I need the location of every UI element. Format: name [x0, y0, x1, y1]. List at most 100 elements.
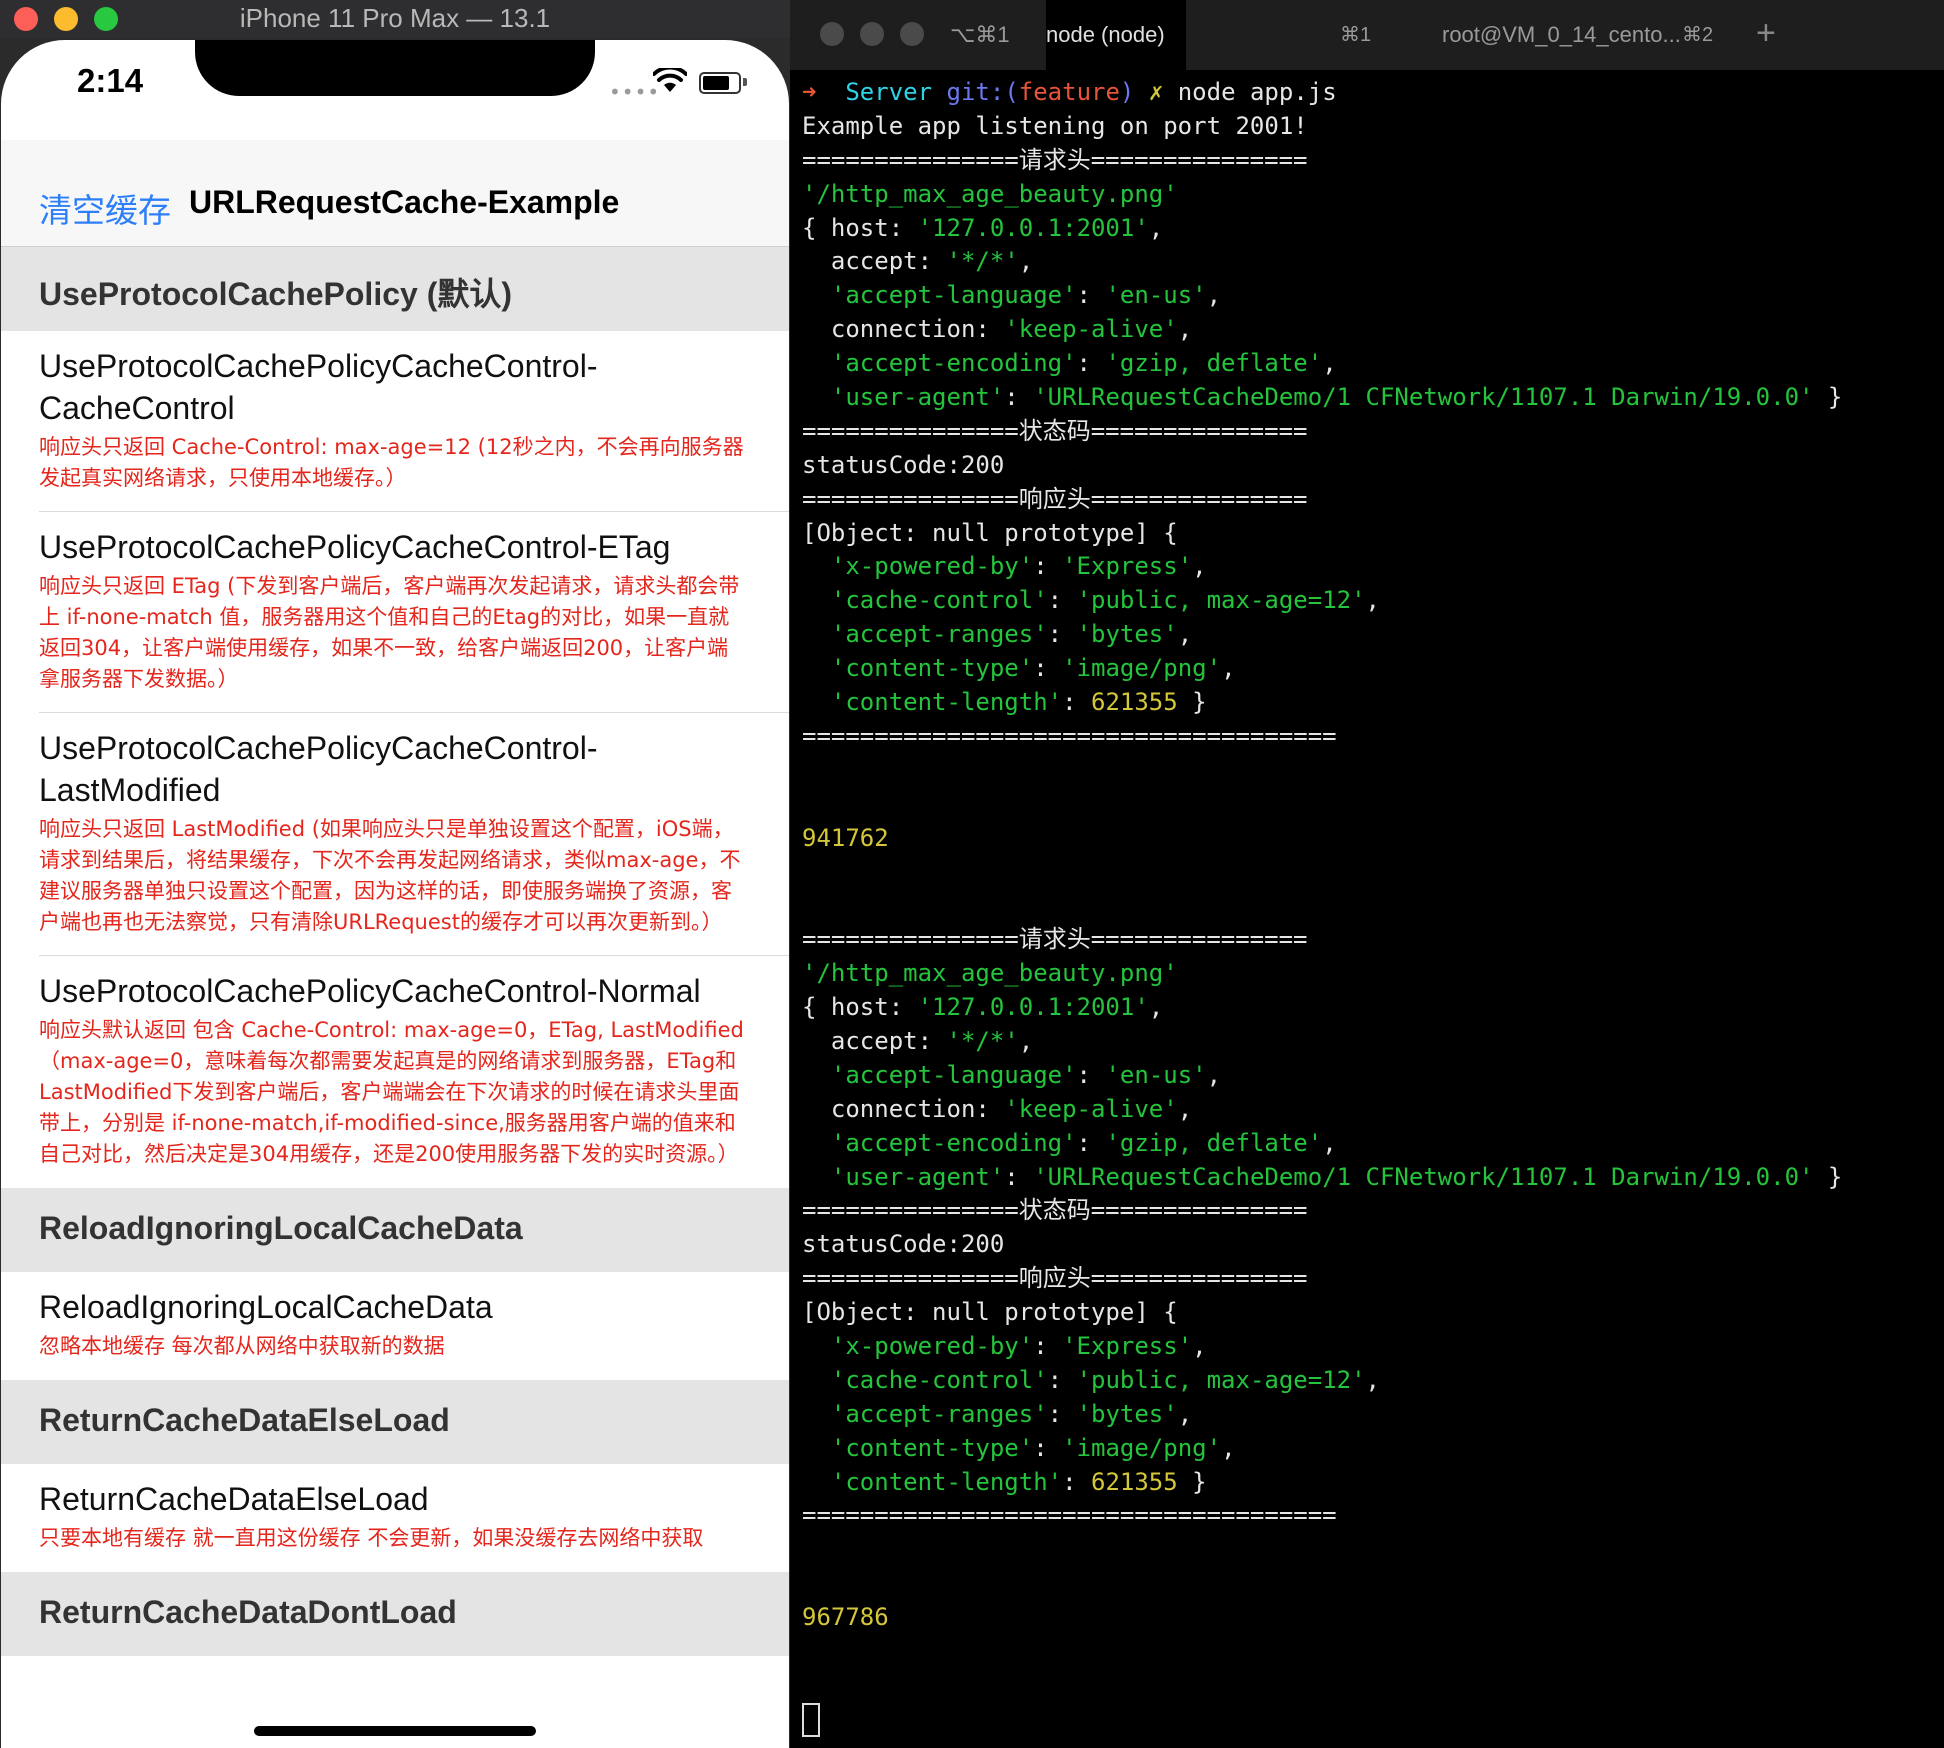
tab-1[interactable]: ⌥⌘1 [940, 0, 1034, 70]
section-header: ReloadIgnoringLocalCacheData [1, 1188, 789, 1272]
close-window-button[interactable] [820, 22, 844, 46]
terminal-text: 'x-powered-by' [830, 1331, 1034, 1360]
battery-cap [743, 78, 747, 86]
tab-node-shortcut-label: ⌘1 [1340, 24, 1372, 46]
terminal-text: : [1033, 654, 1063, 683]
terminal-text: Example app listening on port 2001! [802, 111, 1308, 140]
terminal-text: : [1047, 1399, 1077, 1428]
simulator-window: iPhone 11 Pro Max — 13.1 2:14 •••• 清空缓存 … [0, 0, 790, 1748]
terminal-text: 'content-type' [830, 1433, 1034, 1462]
cell-title: UseProtocolCachePolicyCacheControl-Cache… [39, 348, 598, 426]
table-cell[interactable]: UseProtocolCachePolicyCacheControl-Norma… [1, 956, 789, 1188]
terminal-line: ===============响应头=============== [802, 483, 1842, 517]
terminal-text: 'accept-language' [830, 1060, 1077, 1089]
terminal-text: 'image/png' [1062, 654, 1222, 683]
terminal-text: } [1177, 688, 1207, 717]
zoom-window-button[interactable] [900, 22, 924, 46]
nav-title: URLRequestCache-Example [189, 184, 620, 220]
terminal-text: : [1047, 586, 1077, 615]
table-cell[interactable]: UseProtocolCachePolicyCacheControl-ETag 响… [1, 512, 789, 713]
terminal-text: : [1062, 1467, 1091, 1496]
terminal-line: '/http_max_age_beauty.png' [802, 178, 1842, 212]
terminal-text: 'image/png' [1062, 1433, 1222, 1462]
terminal-text: 967786 [802, 1603, 889, 1632]
terminal-text: 621355 [1091, 1467, 1178, 1496]
terminal-line: { host: '127.0.0.1:2001', [802, 212, 1842, 246]
tab-node[interactable]: node (node) [1046, 0, 1186, 70]
terminal-text: connection: [802, 1094, 1005, 1123]
terminal-text: ===============请求头=============== [802, 925, 1308, 954]
section-header-label: ReloadIgnoringLocalCacheData [39, 1210, 523, 1246]
terminal-text: 'keep-alive' [1004, 315, 1178, 344]
terminal-text: [Object: null prototype] { [802, 1298, 1178, 1327]
tab-node-label: node (node) [1046, 22, 1165, 47]
section-header: ReturnCacheDataDontLoad [1, 1572, 789, 1656]
terminal-text: } [1177, 1467, 1207, 1496]
wifi-icon [653, 68, 687, 92]
terminal-text: 'cache-control' [830, 586, 1048, 615]
terminal-line: ===============请求头=============== [802, 923, 1842, 957]
terminal-text: , [1177, 1094, 1193, 1123]
cell-title: ReturnCacheDataElseLoad [39, 1481, 429, 1517]
terminal-cursor[interactable] [802, 1702, 820, 1737]
terminal-text: : [1004, 383, 1034, 412]
simulator-title: iPhone 11 Pro Max — 13.1 [239, 3, 551, 33]
tab-node-shortcut: ⌘1 [1340, 0, 1390, 70]
navigation-bar: 清空缓存 URLRequestCache-Example [1, 140, 789, 247]
table-cell[interactable]: ReloadIgnoringLocalCacheData 忽略本地缓存 每次都从网… [1, 1272, 789, 1380]
terminal-line: [Object: null prototype] { [802, 517, 1842, 551]
home-area [1, 1678, 789, 1748]
terminal-line: 'content-length': 621355 } [802, 1466, 1842, 1500]
terminal-prompt-line [802, 1702, 1842, 1737]
terminal-text: Server [845, 78, 947, 106]
terminal-text: 'user-agent' [830, 1162, 1005, 1191]
minimize-window-button[interactable] [860, 22, 884, 46]
terminal-line: 'accept-ranges': 'bytes', [802, 618, 1842, 652]
terminal-text: 'accept-encoding' [830, 1128, 1077, 1157]
terminal-line: 'cache-control': 'public, max-age=12', [802, 584, 1842, 618]
cell-title: UseProtocolCachePolicyCacheControl-Norma… [39, 973, 701, 1009]
clear-cache-button[interactable]: 清空缓存 [39, 184, 171, 232]
terminal-output[interactable]: ➜ Server git:(feature) ✗ node app.js Exam… [802, 76, 1842, 1737]
table-cell[interactable]: UseProtocolCachePolicyCacheControl-Cache… [1, 331, 789, 512]
terminal-text: 'accept-ranges' [830, 620, 1048, 649]
terminal-line: statusCode:200 [802, 1228, 1842, 1262]
terminal-text: ===============响应头=============== [802, 484, 1308, 513]
table-cell[interactable]: ReturnCacheDataElseLoad 只要本地有缓存 就一直用这份缓存 … [1, 1464, 789, 1572]
terminal-text: 'en-us' [1105, 1060, 1207, 1089]
table-view[interactable]: UseProtocolCachePolicy (默认) UseProtocolCa… [1, 247, 789, 1656]
terminal-line: 'x-powered-by': 'Express', [802, 1330, 1842, 1364]
terminal-text: , [1206, 281, 1222, 310]
terminal-text: node app.js [1177, 78, 1337, 106]
terminal-text: : [1047, 620, 1077, 649]
terminal-text: 'x-powered-by' [830, 552, 1034, 581]
terminal-line: ===================================== [802, 1499, 1842, 1533]
terminal-text: 'URLRequestCacheDemo/1 CFNetwork/1107.1 … [1033, 383, 1814, 412]
terminal-text: , [1018, 1026, 1034, 1055]
table-cell[interactable]: UseProtocolCachePolicyCacheControl-LastM… [1, 713, 789, 956]
home-indicator[interactable] [254, 1726, 536, 1736]
terminal-line: 967786 [802, 1601, 1842, 1635]
terminal-text: 'URLRequestCacheDemo/1 CFNetwork/1107.1 … [1033, 1162, 1814, 1191]
terminal-text: 'bytes' [1076, 1399, 1178, 1428]
terminal-text: ===================================== [802, 721, 1337, 750]
terminal-text: 'content-length' [830, 1467, 1063, 1496]
new-tab-button[interactable]: + [1756, 14, 1776, 53]
terminal-line: ===============状态码=============== [802, 415, 1842, 449]
simulator-titlebar: iPhone 11 Pro Max — 13.1 [0, 0, 790, 38]
tab-root[interactable]: root@VM_0_14_cento... ⌘2 [1442, 0, 1742, 70]
terminal-text: 'cache-control' [830, 1365, 1048, 1394]
section-header: ReturnCacheDataElseLoad [1, 1380, 789, 1464]
terminal-text: } [1813, 383, 1843, 412]
